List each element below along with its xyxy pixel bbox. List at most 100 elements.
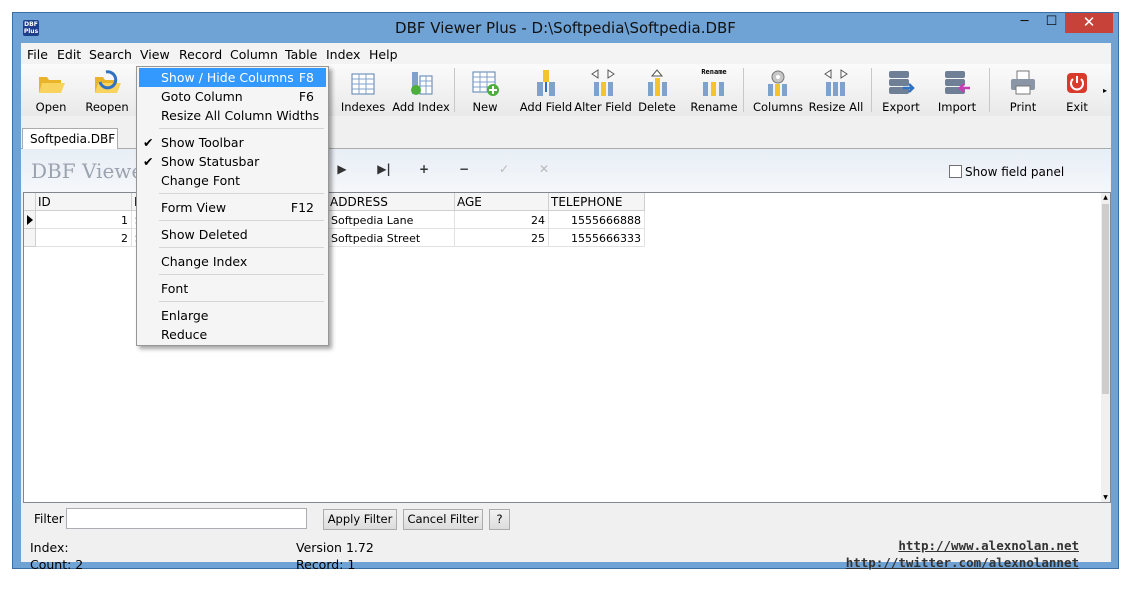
show-field-panel-checkbox[interactable]: Show field panel (949, 165, 1064, 179)
menu-item-label: Show Statusbar (161, 154, 260, 169)
alter-field-button[interactable]: Alter Field (574, 66, 632, 114)
menu-edit[interactable]: Edit (57, 47, 81, 62)
new-button[interactable]: New (465, 66, 505, 114)
close-button[interactable]: ✕ (1065, 13, 1113, 33)
table-cell[interactable]: 25 (455, 229, 549, 247)
table-cell[interactable]: 2 (36, 229, 132, 247)
import-label: Import (937, 100, 977, 114)
show-field-panel-label: Show field panel (965, 165, 1065, 179)
menu-item-change-index[interactable]: Change Index (139, 252, 326, 271)
last-record-button[interactable]: ▶| (374, 162, 394, 180)
open-button[interactable]: Open (31, 66, 71, 114)
add-index-button[interactable]: Add Index (392, 66, 450, 114)
export-database-icon (889, 71, 915, 94)
menu-item-show-statusbar[interactable]: ✔ Show Statusbar (139, 152, 326, 171)
twitter-link[interactable]: http://twitter.com/alexnolannet (846, 555, 1079, 570)
row-indicator-current[interactable] (24, 211, 36, 229)
menu-item-reduce[interactable]: Reduce (139, 325, 326, 344)
row-indicator-header (24, 193, 36, 211)
website-link[interactable]: http://www.alexnolan.net (898, 538, 1079, 553)
toolbar-separator (743, 68, 744, 112)
maximize-button[interactable]: ☐ (1038, 13, 1065, 33)
table-cell[interactable]: 1555666888 (549, 211, 645, 229)
filter-input[interactable] (66, 508, 307, 529)
menu-item-resize-all-column-widths[interactable]: Resize All Column Widths (139, 106, 326, 125)
menu-column[interactable]: Column (230, 47, 278, 62)
row-indicator[interactable] (24, 229, 36, 247)
menu-item-show-hide-columns[interactable]: Show / Hide Columns F8 (139, 68, 326, 87)
import-button[interactable]: Import (937, 66, 977, 114)
cancel-edit-button[interactable]: ✕ (534, 162, 554, 180)
columns-button[interactable]: Columns (753, 66, 803, 114)
menu-item-font[interactable]: Font (139, 279, 326, 298)
menu-item-label: Change Font (161, 173, 241, 188)
table-cell[interactable]: 1555666333 (549, 229, 645, 247)
menu-item-label: Enlarge (161, 308, 209, 323)
title-bar[interactable]: DBF Plus DBF Viewer Plus - D:\Softpedia\… (13, 13, 1118, 43)
next-record-button[interactable]: ▶ (332, 162, 352, 180)
delete-record-button[interactable]: − (454, 162, 474, 180)
menu-file[interactable]: File (27, 47, 48, 62)
menu-item-label: Show / Hide Columns (161, 70, 294, 85)
minimize-button[interactable]: ─ (1011, 13, 1038, 33)
tab-softpedia-dbf[interactable]: Softpedia.DBF (22, 128, 118, 150)
resize-all-button[interactable]: Resize All (809, 66, 863, 114)
rename-label: Rename (690, 100, 738, 114)
post-record-button[interactable]: ✓ (494, 162, 514, 180)
menu-item-show-toolbar[interactable]: ✔ Show Toolbar (139, 133, 326, 152)
menu-item-goto-column[interactable]: Goto Column F6 (139, 87, 326, 106)
scroll-down-icon[interactable]: ▼ (1101, 494, 1110, 501)
menu-item-form-view[interactable]: Form View F12 (139, 198, 326, 217)
menu-search[interactable]: Search (89, 47, 132, 62)
vertical-scrollbar[interactable]: ▲ ▼ (1101, 193, 1110, 502)
table-cell[interactable]: Softpedia Street (328, 229, 455, 247)
status-version: Version 1.72 (296, 540, 374, 555)
table-cell[interactable]: Softpedia Lane (328, 211, 455, 229)
column-header-telephone[interactable]: TELEPHONE (549, 193, 645, 211)
print-button[interactable]: Print (1003, 66, 1043, 114)
export-button[interactable]: Export (881, 66, 921, 114)
cancel-filter-button[interactable]: Cancel Filter (403, 509, 483, 530)
menu-view[interactable]: View (140, 47, 170, 62)
status-count: Count: 2 (30, 557, 84, 572)
power-exit-icon (1067, 73, 1087, 93)
filter-bar: Filter Apply Filter Cancel Filter ? (21, 503, 1111, 533)
menu-help[interactable]: Help (369, 47, 398, 62)
reopen-button[interactable]: Reopen (85, 66, 129, 114)
column-header-id[interactable]: ID (36, 193, 132, 211)
menu-item-enlarge[interactable]: Enlarge (139, 306, 326, 325)
add-index-label: Add Index (392, 100, 450, 114)
insert-record-button[interactable]: + (414, 162, 434, 180)
scroll-up-icon[interactable]: ▲ (1101, 194, 1110, 201)
menu-item-label: Reduce (161, 327, 208, 342)
column-header-age[interactable]: AGE (455, 193, 549, 211)
menu-item-label: Show Toolbar (161, 135, 244, 150)
menu-index[interactable]: Index (326, 47, 360, 62)
column-header-address[interactable]: ADDRESS (328, 193, 455, 211)
menu-item-shortcut: F6 (298, 89, 314, 104)
toolbar-overflow-icon[interactable]: ▸ (1103, 86, 1107, 95)
menu-separator (159, 220, 324, 221)
rename-field-button[interactable]: Rename Rename (690, 66, 737, 114)
menu-item-change-font[interactable]: Change Font (139, 171, 326, 190)
checkbox-box[interactable] (949, 165, 962, 178)
folder-open-icon (39, 77, 65, 93)
menu-record[interactable]: Record (179, 47, 222, 62)
menu-table[interactable]: Table (285, 47, 317, 62)
apply-filter-button[interactable]: Apply Filter (323, 509, 397, 530)
add-field-button[interactable]: Add Field (520, 66, 572, 114)
menu-item-show-deleted[interactable]: Show Deleted (139, 225, 326, 244)
menu-item-label: Form View (161, 200, 227, 215)
menu-separator (159, 193, 324, 194)
exit-label: Exit (1066, 100, 1088, 114)
table-cell[interactable]: 1 (36, 211, 132, 229)
scroll-thumb[interactable] (1102, 204, 1109, 394)
indexes-button[interactable]: Indexes (341, 66, 385, 114)
delete-field-button[interactable]: Delete (637, 66, 677, 114)
exit-button[interactable]: Exit (1057, 66, 1097, 114)
reopen-label: Reopen (85, 100, 129, 114)
menu-separator (159, 274, 324, 275)
menu-separator (159, 128, 324, 129)
filter-help-button[interactable]: ? (489, 509, 510, 530)
table-cell[interactable]: 24 (455, 211, 549, 229)
